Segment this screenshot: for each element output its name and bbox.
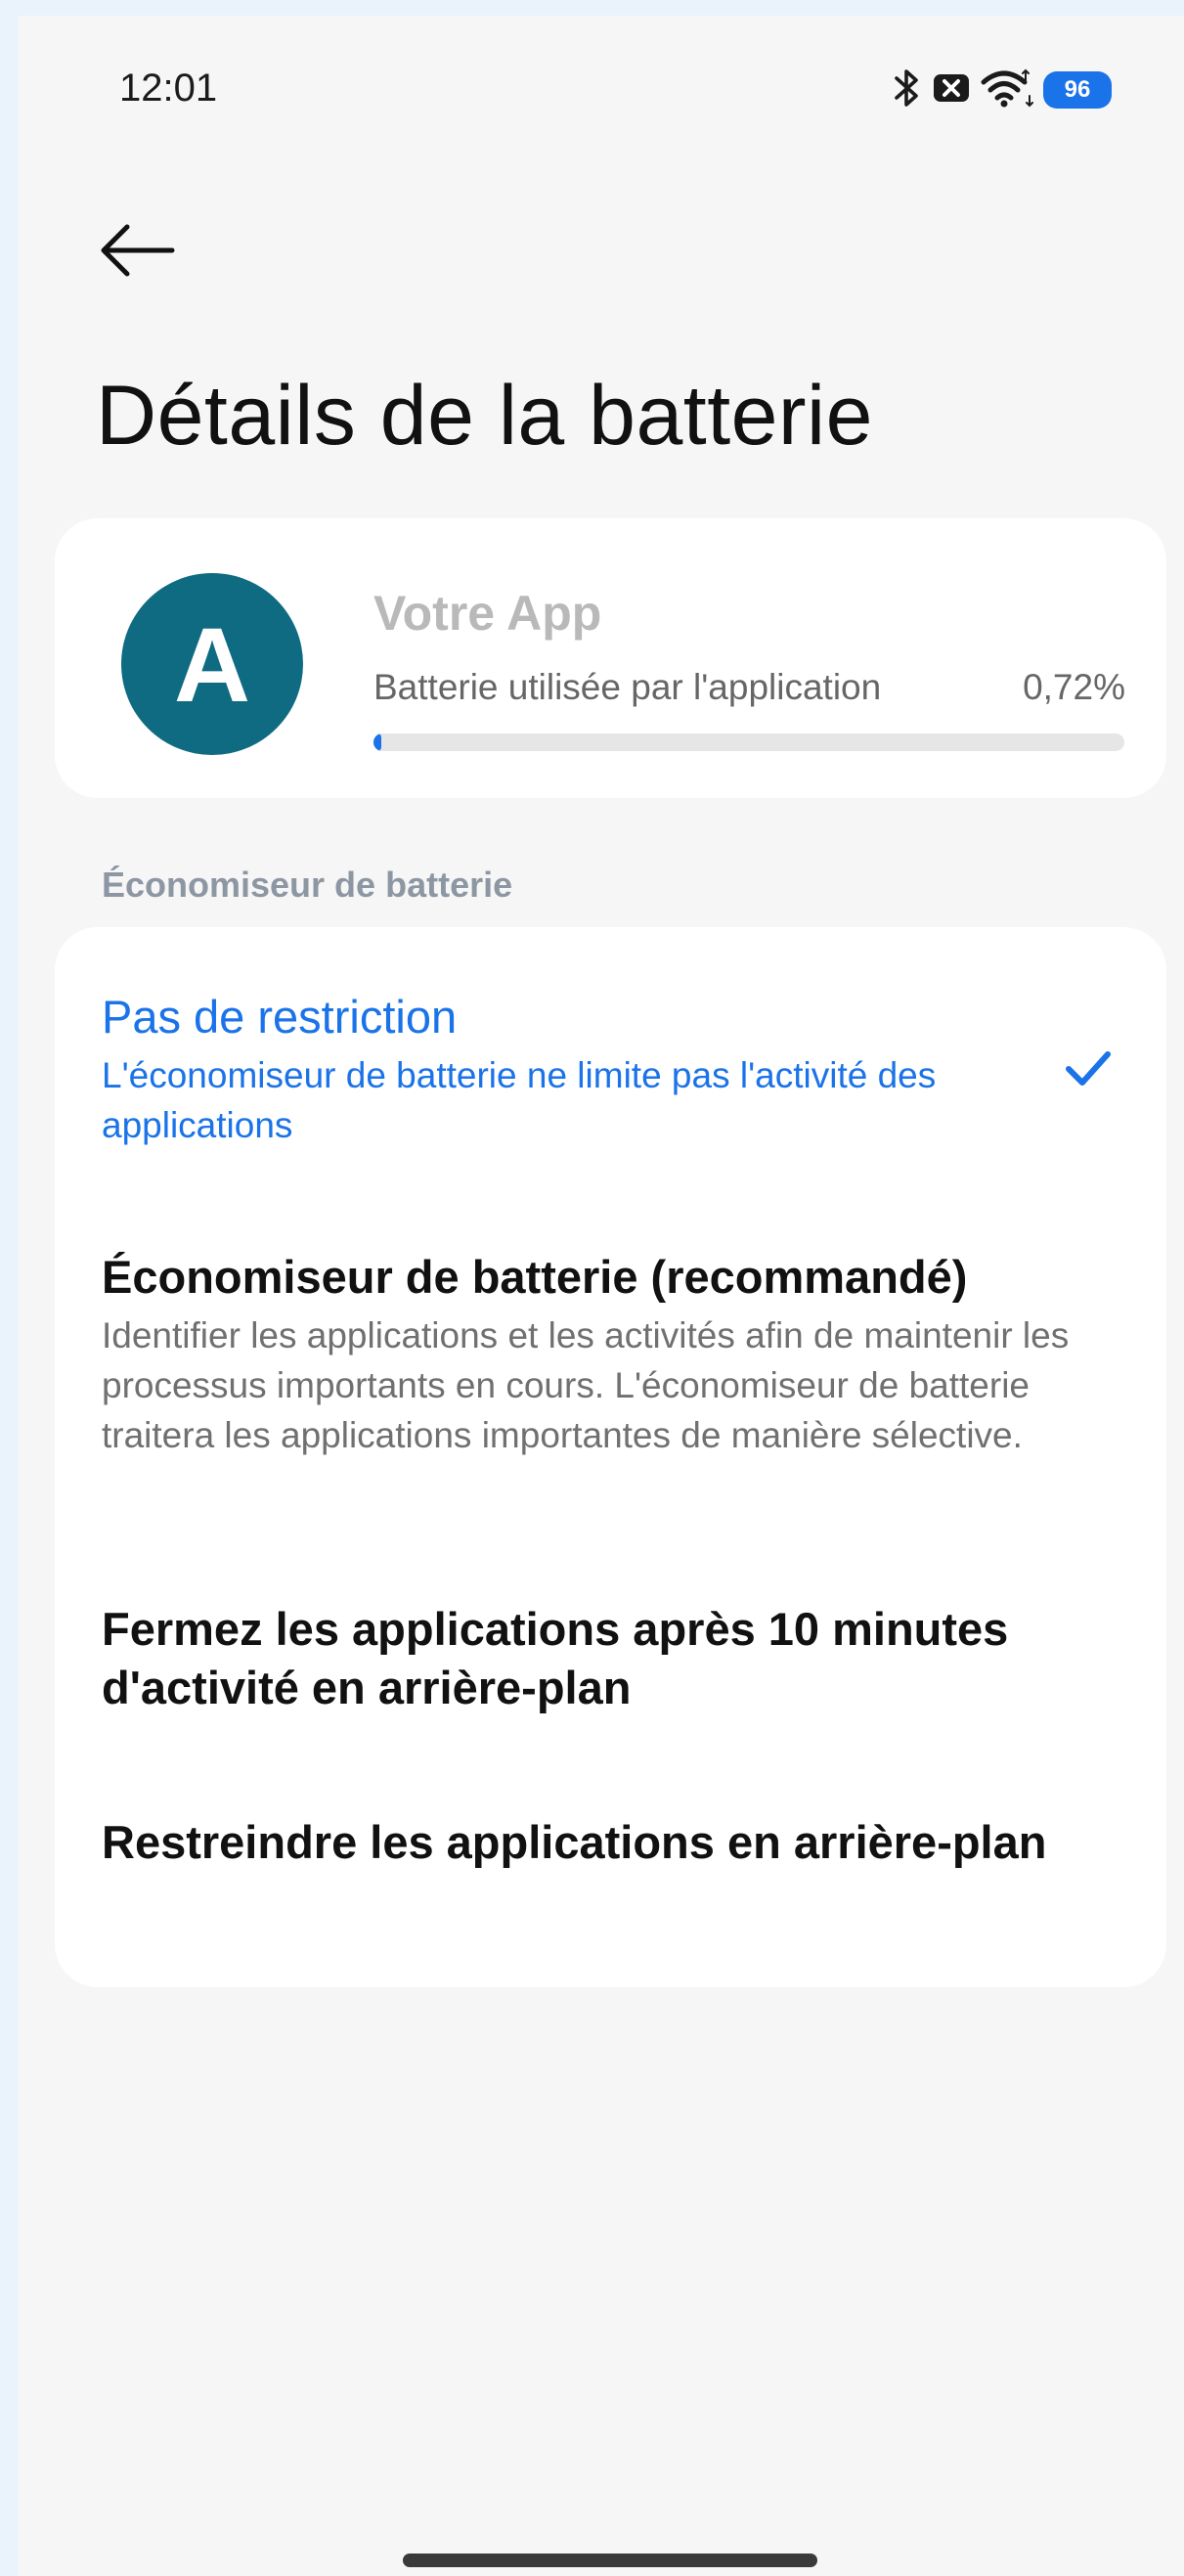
wifi-icon xyxy=(981,67,1033,114)
battery-saver-options: Pas de restriction L'économiseur de batt… xyxy=(55,927,1166,1987)
option-title: Fermez les applications après 10 minutes… xyxy=(102,1603,1009,1713)
battery-icon: 96 xyxy=(1043,71,1112,109)
notification-off-icon xyxy=(932,70,971,111)
option-title: Restreindre les applications en arrière-… xyxy=(102,1816,1047,1868)
back-button[interactable] xyxy=(98,211,176,289)
status-icons: 96 xyxy=(893,65,1112,115)
usage-label: Batterie utilisée par l'application xyxy=(373,667,882,707)
option-description: Identifier les applications et les activ… xyxy=(102,1315,1070,1455)
page-title: Détails de la batterie xyxy=(96,369,873,463)
app-avatar: A xyxy=(121,573,303,755)
status-bar: 12:01 96 xyxy=(18,16,1184,162)
option-title: Économiseur de batterie (recommandé) xyxy=(102,1251,968,1303)
usage-value: 0,72% xyxy=(1023,667,1125,707)
status-time: 12:01 xyxy=(119,67,218,110)
option-title: Pas de restriction xyxy=(102,991,458,1043)
usage-progress-bar xyxy=(373,733,1124,751)
option-no-restriction[interactable]: Pas de restriction L'économiseur de batt… xyxy=(102,988,1000,1150)
option-restrict-background[interactable]: Restreindre les applications en arrière-… xyxy=(102,1813,1119,1872)
home-indicator[interactable] xyxy=(403,2554,817,2567)
option-description: L'économiseur de batterie ne limite pas … xyxy=(102,1055,937,1145)
option-battery-saver-recommended[interactable]: Économiseur de batterie (recommandé) Ide… xyxy=(102,1248,1119,1460)
arrow-left-icon xyxy=(101,224,175,277)
phone-screen: 12:01 96 Détails de la batterie A Votre … xyxy=(18,16,1184,2576)
app-name: Votre App xyxy=(373,586,602,641)
app-usage-card: A Votre App Batterie utilisée par l'appl… xyxy=(55,518,1166,798)
check-icon xyxy=(1066,1051,1111,1086)
section-title-battery-saver: Économiseur de batterie xyxy=(102,865,513,905)
usage-progress-fill xyxy=(373,733,381,751)
option-close-after-10-minutes[interactable]: Fermez les applications après 10 minutes… xyxy=(102,1600,1119,1717)
bluetooth-icon xyxy=(893,67,922,113)
